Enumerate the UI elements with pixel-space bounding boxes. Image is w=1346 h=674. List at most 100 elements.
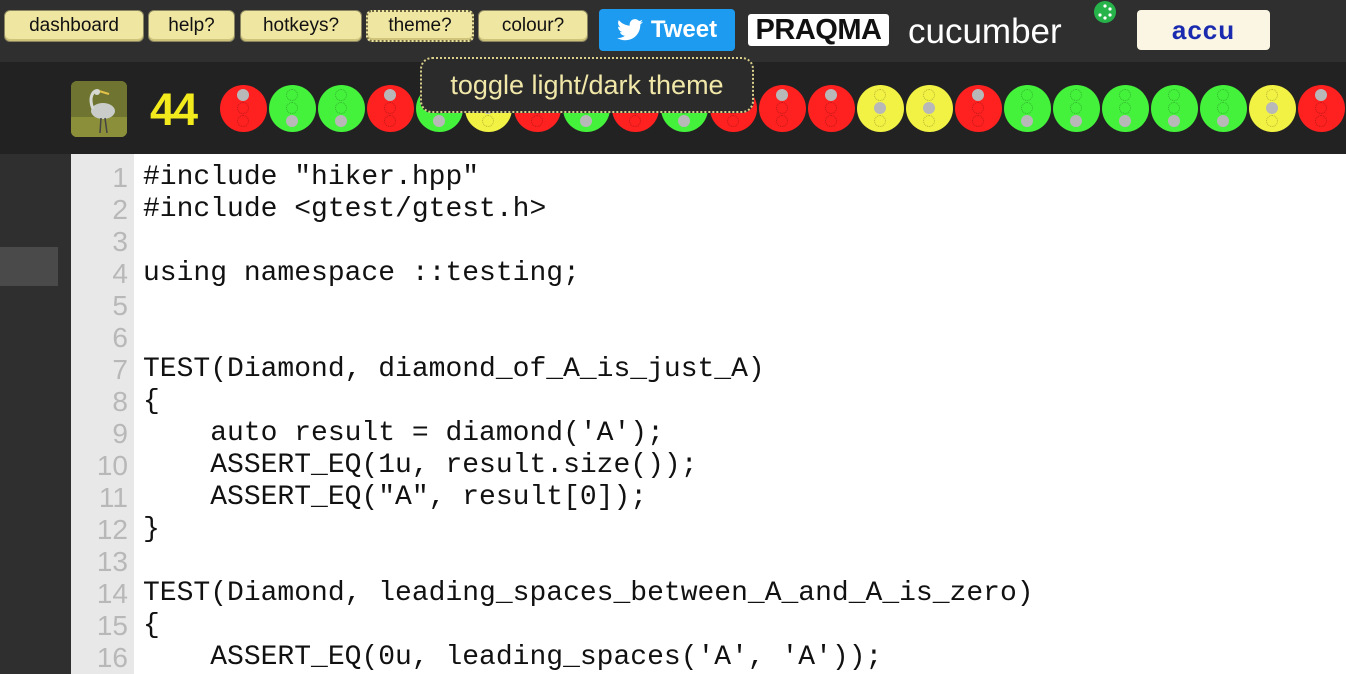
traffic-light-lamp [1266, 89, 1278, 101]
traffic-light-lamp [482, 115, 494, 127]
traffic-light-lamp [1217, 115, 1229, 127]
praqma-logo[interactable]: PRAQMA [748, 14, 889, 46]
line-number: 8 [112, 386, 128, 417]
traffic-light-lamp [776, 115, 788, 127]
colour-button[interactable]: colour? [478, 10, 588, 42]
line-number: 1 [112, 162, 128, 193]
code-line[interactable]: ASSERT_EQ("A", result[0]); [143, 482, 647, 514]
traffic-light-lamp [923, 89, 935, 101]
cucumber-logo[interactable]: cucumber [908, 10, 1062, 54]
code-editor[interactable]: 1 2 3 4 5 6 7 8 9 10 11 12 13 14 15 16 #include "hiker.… [71, 154, 1346, 674]
traffic-light-lamp [1168, 102, 1180, 114]
traffic-light-lamp [1119, 102, 1131, 114]
dashboard-button[interactable]: dashboard [4, 10, 144, 42]
traffic-light-lamp [874, 115, 886, 127]
twitter-bird-icon [616, 19, 643, 41]
traffic-light-lamp [1217, 102, 1229, 114]
traffic-light-lamp [237, 102, 249, 114]
line-number: 13 [96, 546, 128, 577]
traffic-light-lamp [825, 115, 837, 127]
theme-tooltip: toggle light/dark theme [420, 57, 754, 113]
traffic-light-lamp [433, 115, 445, 127]
code-line[interactable]: using namespace ::testing; [143, 258, 580, 290]
traffic-light-lamp [1070, 89, 1082, 101]
code-line[interactable]: } [143, 514, 160, 546]
theme-button[interactable]: theme? [366, 10, 474, 42]
traffic-light-red[interactable] [1298, 85, 1345, 132]
traffic-light-amber[interactable] [1249, 85, 1296, 132]
code-line[interactable]: TEST(Diamond, leading_spaces_between_A_a… [143, 578, 1034, 610]
traffic-light-lamp [335, 115, 347, 127]
sidebar-file-tab[interactable] [0, 247, 58, 286]
traffic-light-lamp [874, 89, 886, 101]
code-line[interactable]: { [143, 610, 160, 642]
traffic-light-lamp [923, 102, 935, 114]
line-number: 10 [96, 450, 128, 481]
traffic-light-lamp [776, 102, 788, 114]
traffic-light-lamp [384, 102, 396, 114]
traffic-light-lamp [1217, 89, 1229, 101]
traffic-light-lamp [1021, 89, 1033, 101]
tweet-label: Tweet [650, 16, 718, 43]
help-button[interactable]: help? [148, 10, 235, 42]
line-number: 3 [112, 226, 128, 257]
traffic-light-amber[interactable] [857, 85, 904, 132]
traffic-light-lamp [335, 89, 347, 101]
traffic-light-red[interactable] [220, 85, 267, 132]
traffic-light-lamp [776, 89, 788, 101]
code-line[interactable]: { [143, 386, 160, 418]
traffic-light-lamp [1315, 89, 1327, 101]
traffic-light-lamp [1021, 115, 1033, 127]
traffic-light-lamp [1315, 115, 1327, 127]
line-number-gutter: 1 2 3 4 5 6 7 8 9 10 11 12 13 14 15 16 [71, 154, 134, 674]
traffic-light-lamp [1168, 115, 1180, 127]
traffic-light-lamp [972, 115, 984, 127]
traffic-light-count: 44 [150, 84, 198, 135]
line-number: 16 [96, 642, 128, 673]
traffic-light-red[interactable] [759, 85, 806, 132]
line-number: 11 [98, 482, 128, 513]
traffic-light-green[interactable] [1151, 85, 1198, 132]
code-line[interactable]: TEST(Diamond, diamond_of_A_is_just_A) [143, 354, 765, 386]
line-number: 4 [112, 258, 128, 289]
hotkeys-button[interactable]: hotkeys? [240, 10, 362, 42]
traffic-light-green[interactable] [269, 85, 316, 132]
traffic-light-lamp [1266, 102, 1278, 114]
accu-logo[interactable]: accu [1137, 10, 1270, 50]
tweet-button[interactable]: Tweet [599, 9, 735, 51]
code-line[interactable]: ASSERT_EQ(0u, leading_spaces('A', 'A')); [143, 642, 882, 674]
traffic-light-green[interactable] [1004, 85, 1051, 132]
traffic-light-lamp [335, 102, 347, 114]
traffic-light-amber[interactable] [906, 85, 953, 132]
code-line[interactable]: ASSERT_EQ(1u, result.size()); [143, 450, 697, 482]
line-number: 7 [112, 354, 128, 385]
traffic-light-red[interactable] [367, 85, 414, 132]
line-number: 5 [112, 290, 128, 321]
code-line[interactable]: #include "hiker.hpp" [143, 162, 479, 194]
code-line[interactable]: auto result = diamond('A'); [143, 418, 664, 450]
traffic-light-green[interactable] [318, 85, 365, 132]
animal-avatar[interactable] [71, 81, 127, 137]
traffic-light-lamp [825, 102, 837, 114]
traffic-light-lamp [629, 115, 641, 127]
traffic-light-lamp [1119, 89, 1131, 101]
traffic-light-lamp [286, 102, 298, 114]
traffic-light-lamp [1168, 89, 1180, 101]
traffic-light-lamp [237, 115, 249, 127]
traffic-light-red[interactable] [955, 85, 1002, 132]
traffic-light-green[interactable] [1200, 85, 1247, 132]
traffic-light-lamp [286, 115, 298, 127]
code-line[interactable]: #include <gtest/gtest.h> [143, 194, 546, 226]
line-number: 2 [112, 194, 128, 225]
traffic-light-green[interactable] [1053, 85, 1100, 132]
heron-icon [71, 81, 127, 137]
traffic-light-green[interactable] [1102, 85, 1149, 132]
line-number: 14 [96, 578, 128, 609]
cucumber-leaf-icon [1094, 1, 1116, 23]
top-toolbar: dashboard help? hotkeys? theme? colour? … [0, 0, 1346, 62]
traffic-light-red[interactable] [808, 85, 855, 132]
traffic-light-lamp [580, 115, 592, 127]
traffic-light-lamp [1070, 115, 1082, 127]
line-number: 12 [96, 514, 128, 545]
line-number: 15 [96, 610, 128, 641]
